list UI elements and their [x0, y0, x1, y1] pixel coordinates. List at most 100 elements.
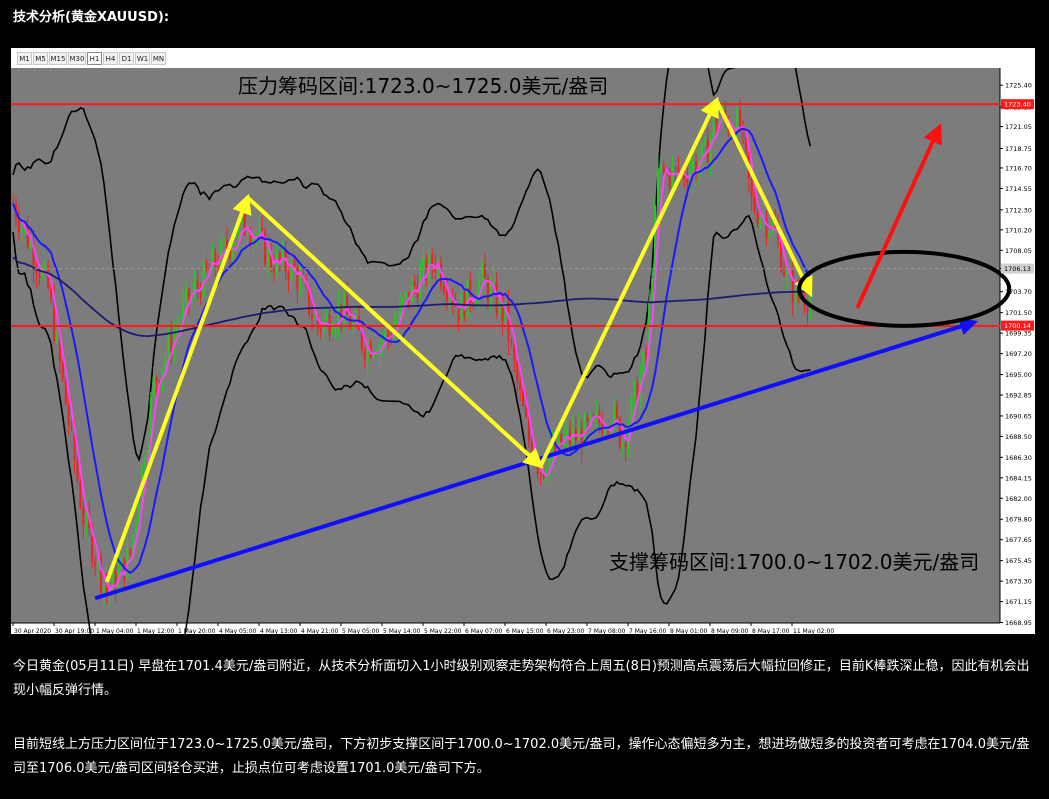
- candle-body: [756, 211, 759, 224]
- candle-body: [325, 314, 328, 320]
- price-tick-label: 1682.00: [1005, 495, 1032, 503]
- candle-body: [539, 473, 542, 476]
- candle-body: [381, 340, 384, 344]
- candle-body: [267, 247, 270, 265]
- candle-body: [624, 444, 627, 448]
- candle-body: [765, 216, 768, 238]
- candle-body: [768, 233, 771, 238]
- candle-body: [750, 178, 753, 198]
- timeframe-h4-button[interactable]: H4: [103, 52, 118, 65]
- candle-body: [633, 382, 636, 397]
- price-tick-label: 1712.30: [1005, 206, 1032, 214]
- timeframe-m1-button[interactable]: M1: [17, 52, 32, 65]
- time-tick-label: 4 May 21:00: [301, 628, 339, 634]
- candle-body: [686, 179, 689, 184]
- candle-body: [674, 167, 677, 169]
- candle-body: [135, 521, 138, 535]
- time-tick-label: 11 May 02:00: [793, 628, 834, 634]
- candle-body: [387, 331, 390, 338]
- price-tick-label: 1684.15: [1005, 474, 1032, 482]
- last-price-tag-label: 1706.13: [1004, 265, 1031, 273]
- price-tick-label: 1703.70: [1005, 288, 1032, 296]
- candle-body: [516, 360, 519, 382]
- candle-body: [662, 165, 665, 172]
- candle-body: [785, 271, 788, 276]
- analysis-paragraph-2: 目前短线上方压力区间位于1723.0~1725.0美元/盎司，下方初步支撑区间于…: [13, 737, 1030, 776]
- candle-body: [519, 381, 522, 390]
- candle-body: [29, 243, 32, 248]
- candle-body: [806, 308, 809, 312]
- candle-body: [753, 197, 756, 212]
- candle-body: [422, 258, 425, 272]
- candle-body: [67, 404, 70, 426]
- candle-body: [738, 110, 742, 128]
- candle-body: [20, 227, 23, 232]
- time-tick-label: 5 May 14:00: [383, 628, 421, 634]
- candle-body: [275, 252, 278, 274]
- candle-body: [466, 280, 469, 318]
- candle-body: [296, 266, 299, 290]
- candle-body: [401, 298, 404, 304]
- candle-body: [489, 284, 492, 302]
- candle-body: [475, 300, 478, 304]
- time-tick-label: 1 May 04:00: [96, 628, 134, 634]
- candle-body: [70, 425, 73, 427]
- candle-body: [293, 260, 296, 267]
- candle-body: [495, 282, 498, 315]
- time-tick-label: 8 May 09:00: [711, 628, 749, 634]
- candle-body: [184, 288, 187, 303]
- candle-body: [442, 286, 445, 293]
- timeframe-w1-button[interactable]: W1: [135, 52, 150, 65]
- time-tick-label: 5 May 05:00: [342, 628, 380, 634]
- candle-body: [143, 461, 146, 466]
- candle-body: [310, 314, 314, 318]
- candle-body: [202, 261, 205, 298]
- timeframe-m5-button[interactable]: M5: [33, 52, 48, 65]
- candle-body: [290, 260, 293, 281]
- candle-body: [448, 298, 451, 302]
- price-tick-label: 1701.50: [1005, 309, 1032, 317]
- candle-body: [709, 137, 712, 163]
- timeframe-mn-button[interactable]: MN: [151, 52, 166, 65]
- timeframe-d1-button[interactable]: D1: [119, 52, 134, 65]
- candle-body: [542, 475, 545, 478]
- price-tick-label: 1721.05: [1005, 123, 1032, 131]
- timeframe-m30-button[interactable]: M30: [68, 52, 86, 65]
- timeframe-h1-button[interactable]: H1: [87, 52, 102, 65]
- time-tick-label: 30 Apr 2020: [14, 628, 51, 634]
- candle-body: [483, 263, 487, 279]
- timeframe-m15-button[interactable]: M15: [49, 52, 67, 65]
- resistance-price-tag-label: 1723.40: [1004, 101, 1031, 109]
- candle-body: [472, 302, 475, 304]
- time-tick-label: 30 Apr 19:00: [55, 628, 94, 634]
- candle-body: [782, 271, 786, 276]
- candle-body: [243, 215, 246, 236]
- candle-body: [249, 234, 252, 244]
- price-tick-label: 1708.05: [1005, 247, 1032, 255]
- candlestick-chart: 压力筹码区间:1723.0~1725.0美元/盎司支撑筹码区间:1700.0~1…: [11, 68, 1035, 634]
- candle-body: [278, 252, 281, 261]
- candle-body: [205, 261, 208, 269]
- candle-body: [510, 340, 513, 342]
- candle-body: [715, 118, 718, 125]
- price-tick-label: 1677.65: [1005, 536, 1032, 544]
- candle-body: [223, 239, 226, 241]
- analysis-paragraph-1: 今日黄金(05月11日) 早盘在1701.4美元/盎司附近，从技术分析面切入1小…: [13, 659, 1030, 698]
- candle-body: [55, 332, 58, 342]
- time-tick-label: 5 May 22:00: [424, 628, 462, 634]
- price-tick-label: 1671.15: [1005, 598, 1032, 606]
- time-tick-label: 6 May 23:00: [547, 628, 585, 634]
- time-tick-label: 1 May 12:00: [137, 628, 175, 634]
- candle-body: [196, 281, 199, 289]
- candle-body: [246, 234, 249, 236]
- candle-body: [524, 406, 528, 418]
- candle-body: [445, 292, 448, 302]
- support-price-tag-label: 1700.14: [1004, 322, 1031, 330]
- time-tick-label: 4 May 13:00: [260, 628, 298, 634]
- candle-body: [703, 139, 706, 144]
- price-tick-label: 1716.70: [1005, 164, 1032, 172]
- candle-body: [413, 281, 416, 286]
- price-tick-label: 1695.00: [1005, 371, 1032, 379]
- candle-body: [94, 562, 97, 566]
- support-annotation: 支撑筹码区间:1700.0~1702.0美元/盎司: [609, 550, 979, 574]
